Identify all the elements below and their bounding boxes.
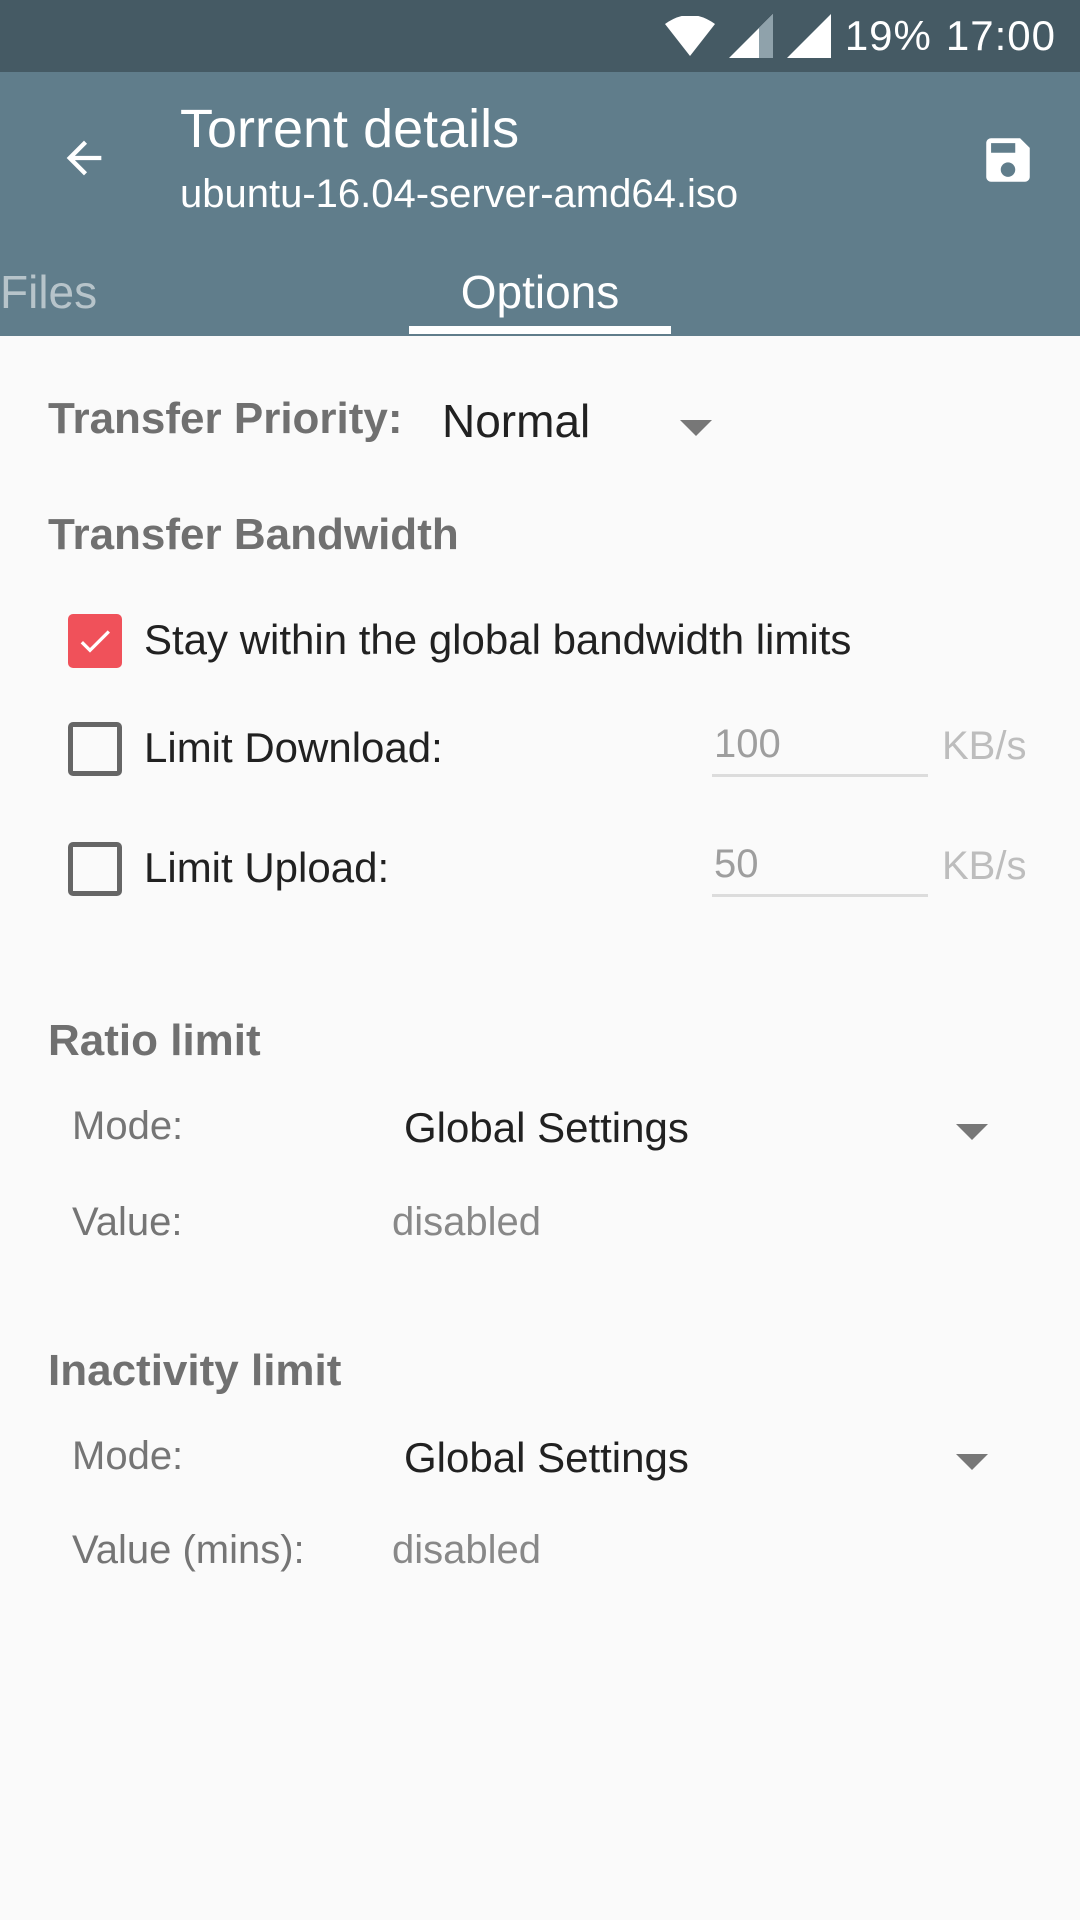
stay-global-row[interactable]: Stay within the global bandwidth limits [0,596,1080,686]
download-unit: KB/s [942,724,1027,768]
bandwidth-heading: Transfer Bandwidth [48,510,459,559]
upload-limit-field[interactable]: 50 [712,832,928,897]
inactivity-value-label: Value (mins): [72,1528,305,1572]
limit-upload-label: Limit Upload: [144,844,390,891]
tab-options[interactable]: Options [409,248,671,336]
limit-download-checkbox[interactable] [68,722,122,776]
ratio-mode-select[interactable]: Global Settings [392,1086,1012,1176]
inactivity-mode-label: Mode: [72,1434,184,1478]
priority-select[interactable]: Normal [430,376,720,476]
wifi-icon [664,16,715,56]
save-icon [986,138,1030,182]
check-icon [80,630,110,653]
limit-download-label: Limit Download: [144,724,443,771]
limit-upload-row: Limit Upload: 50 KB/s [0,822,1080,912]
dropdown-arrow-icon [956,1454,988,1470]
inactivity-heading: Inactivity limit [48,1346,342,1395]
ratio-value-label: Value: [72,1200,183,1244]
arrow-back-icon [66,140,102,176]
battery-percent: 19% [844,12,932,59]
torrent-name: ubuntu-16.04-server-amd64.iso [180,172,739,216]
signal-icon [728,14,773,58]
status-bar: 19% 17:00 [0,0,1080,72]
download-limit-field[interactable]: 100 [712,712,928,777]
ratio-mode-label: Mode: [72,1104,184,1148]
priority-label: Transfer Priority: [48,394,403,443]
inactivity-value: disabled [392,1528,542,1572]
upload-unit: KB/s [942,844,1027,888]
download-limit-value: 100 [714,722,781,766]
ratio-mode-value: Global Settings [404,1104,689,1151]
dropdown-arrow-icon [680,420,712,436]
limit-upload-checkbox[interactable] [68,842,122,896]
tab-files[interactable]: Files [0,248,120,336]
tab-indicator [409,326,671,334]
limit-download-row: Limit Download: 100 KB/s [0,702,1080,792]
app-bar: Torrent details ubuntu-16.04-server-amd6… [0,72,1080,336]
stay-global-label: Stay within the global bandwidth limits [144,616,852,663]
back-button[interactable] [42,116,126,200]
upload-limit-value: 50 [714,842,759,886]
stay-global-checkbox[interactable] [68,614,122,668]
page-title: Torrent details [180,99,520,159]
signal-icon-secondary [786,14,831,58]
save-button[interactable] [966,118,1050,202]
ratio-value: disabled [392,1200,542,1244]
inactivity-mode-value: Global Settings [404,1434,689,1481]
status-icons: 19% 17:00 [664,0,1056,72]
dropdown-arrow-icon [956,1124,988,1140]
tab-bar: Files Options [0,248,1080,336]
priority-value: Normal [442,395,591,447]
ratio-heading: Ratio limit [48,1016,261,1065]
clock: 17:00 [945,12,1056,59]
inactivity-mode-select[interactable]: Global Settings [392,1416,1012,1506]
